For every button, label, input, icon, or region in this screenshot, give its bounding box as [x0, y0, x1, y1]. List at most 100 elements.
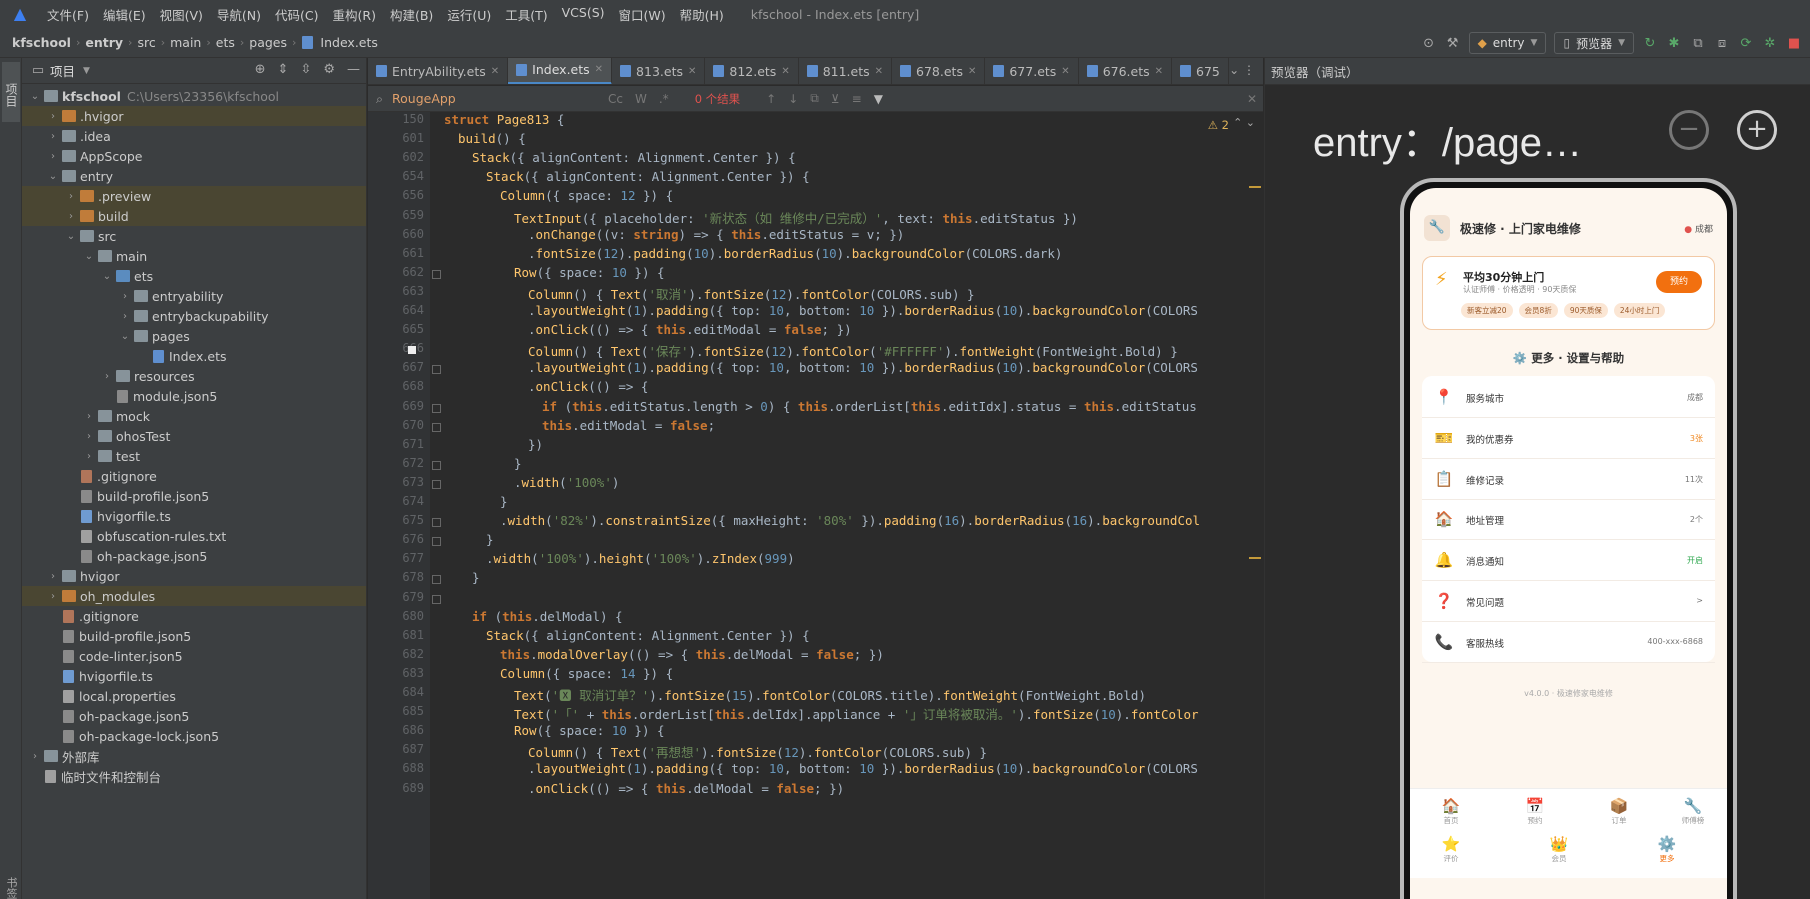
expand-arrow-icon[interactable]: ⌄: [64, 231, 78, 242]
settings-row[interactable]: 🔔 消息通知 开启: [1422, 541, 1715, 582]
expand-arrow-icon[interactable]: ›: [100, 371, 114, 382]
fold-marker-icon[interactable]: [432, 269, 441, 279]
tree-item[interactable]: Index.ets: [22, 346, 366, 366]
tree-item[interactable]: › oh_modules: [22, 586, 366, 606]
expand-arrow-icon[interactable]: ›: [46, 151, 60, 162]
tab-bar-item[interactable]: 🏠 首页: [1426, 797, 1476, 826]
menu-item[interactable]: 构建(B): [383, 5, 440, 24]
expand-arrow-icon[interactable]: ›: [82, 411, 96, 422]
prev-match-icon[interactable]: ↑: [766, 92, 776, 106]
breadcrumb-item[interactable]: ets: [214, 35, 237, 50]
tree-item[interactable]: › ohosTest: [22, 426, 366, 446]
expand-arrow-icon[interactable]: ›: [28, 751, 42, 762]
tab-bar-item[interactable]: 👑 会员: [1534, 835, 1584, 864]
expand-arrow-icon[interactable]: ›: [64, 191, 78, 202]
menu-item[interactable]: VCS(S): [555, 5, 612, 24]
tree-item[interactable]: ⌄ main: [22, 246, 366, 266]
breadcrumb-item[interactable]: Index.ets: [318, 35, 380, 50]
expand-arrow-icon[interactable]: ›: [46, 111, 60, 122]
module-selector[interactable]: ◆ entry ▼: [1468, 32, 1547, 54]
tree-item[interactable]: ⌄ ets: [22, 266, 366, 286]
close-icon[interactable]: ✕: [1247, 92, 1257, 106]
tab-bar-item[interactable]: 🔧 师傅榜: [1668, 797, 1718, 826]
city-indicator[interactable]: ● 成都: [1684, 222, 1713, 235]
chevron-down-icon[interactable]: ▼: [83, 66, 90, 76]
warning-indicator[interactable]: ⚠ 2: [1208, 118, 1229, 132]
close-icon[interactable]: ✕: [781, 66, 789, 77]
editor-tab[interactable]: 676.ets ✕: [1079, 58, 1173, 84]
expand-arrow-icon[interactable]: ›: [118, 291, 132, 302]
breadcrumb-item[interactable]: kfschool: [10, 35, 73, 50]
tree-item[interactable]: module.json5: [22, 386, 366, 406]
zoom-in-icon[interactable]: +: [1737, 110, 1777, 150]
menu-item[interactable]: 重构(R): [326, 5, 383, 24]
locate-icon[interactable]: ⊕: [255, 62, 266, 77]
regex-toggle[interactable]: .*: [659, 92, 669, 106]
editor-tab[interactable]: 813.ets ✕: [612, 58, 706, 84]
editor-tab[interactable]: Index.ets ✕: [508, 58, 613, 84]
settings-row[interactable]: 📞 客服热线 400-xxx-6868: [1422, 623, 1715, 663]
expand-arrow-icon[interactable]: ›: [46, 571, 60, 582]
fold-marker-icon[interactable]: [432, 403, 441, 413]
tree-item[interactable]: .gitignore: [22, 466, 366, 486]
expand-arrow-icon[interactable]: ⌄: [118, 331, 132, 342]
tree-item[interactable]: oh-package.json5: [22, 706, 366, 726]
expand-arrow-icon[interactable]: ›: [46, 131, 60, 142]
attach-icon[interactable]: ⧈: [1714, 36, 1730, 51]
expand-all-icon[interactable]: ⇕: [278, 62, 289, 77]
tree-item[interactable]: build-profile.json5: [22, 626, 366, 646]
close-icon[interactable]: ✕: [875, 66, 883, 77]
tree-item[interactable]: › test: [22, 446, 366, 466]
expand-arrow-icon[interactable]: ›: [46, 591, 60, 602]
settings-row[interactable]: 📋 维修记录 11次: [1422, 460, 1715, 500]
editor-tab[interactable]: 812.ets ✕: [705, 58, 799, 84]
tab-bar-item[interactable]: 📅 预约: [1510, 797, 1560, 826]
tree-item[interactable]: oh-package-lock.json5: [22, 726, 366, 746]
bug-icon[interactable]: ✲: [1762, 36, 1778, 51]
next-match-icon[interactable]: ↓: [788, 92, 798, 106]
expand-arrow-icon[interactable]: ⌄: [46, 171, 60, 182]
fold-marker-icon[interactable]: [432, 537, 441, 547]
close-icon[interactable]: ✕: [1155, 66, 1163, 77]
minimize-icon[interactable]: —: [347, 62, 360, 77]
close-icon[interactable]: ✕: [491, 66, 499, 77]
tree-item[interactable]: ⌄ entry: [22, 166, 366, 186]
tree-item[interactable]: 临时文件和控制台: [22, 766, 366, 786]
close-icon[interactable]: ✕: [688, 66, 696, 77]
refresh-icon[interactable]: ↻: [1642, 36, 1658, 51]
breakpoint-marker-icon[interactable]: [408, 346, 416, 355]
warning-nav[interactable]: ⌃ ⌄: [1233, 116, 1255, 129]
editor-tab[interactable]: 677.ets ✕: [985, 58, 1079, 84]
tabs-more-icon[interactable]: ⌄ ⋮: [1229, 63, 1255, 77]
tab-bar-item[interactable]: ⚙️ 更多: [1642, 835, 1692, 864]
hammer-icon[interactable]: ⚒: [1445, 36, 1461, 51]
target-icon[interactable]: ⊙: [1421, 36, 1437, 51]
settings-row[interactable]: 🏠 地址管理 2个: [1422, 500, 1715, 541]
fold-marker-icon[interactable]: [432, 460, 441, 470]
search-input[interactable]: ⌕ RougeApp: [372, 88, 602, 110]
editor-tab[interactable]: 811.ets ✕: [799, 58, 893, 84]
bookmarks-tool-button[interactable]: 书签: [3, 877, 19, 899]
funnel-icon[interactable]: ▼: [874, 92, 883, 106]
project-panel-title[interactable]: 项目: [50, 61, 75, 80]
breadcrumb-item[interactable]: main: [168, 35, 203, 50]
book-button[interactable]: 预约: [1656, 271, 1702, 293]
fold-marker-icon[interactable]: [432, 422, 441, 432]
editor-tab[interactable]: 675: [1172, 58, 1229, 84]
expand-arrow-icon[interactable]: ⌄: [82, 251, 96, 262]
menu-item[interactable]: 帮助(H): [673, 5, 731, 24]
tree-item[interactable]: › mock: [22, 406, 366, 426]
tree-item[interactable]: local.properties: [22, 686, 366, 706]
tree-item[interactable]: › resources: [22, 366, 366, 386]
rerun-icon[interactable]: ⟳: [1738, 36, 1754, 51]
tree-item[interactable]: oh-package.json5: [22, 546, 366, 566]
select-all-icon[interactable]: ⧉: [810, 91, 819, 106]
menu-item[interactable]: 视图(V): [153, 5, 210, 24]
zoom-out-icon[interactable]: −: [1669, 110, 1709, 150]
fold-marker-icon[interactable]: [432, 575, 441, 585]
expand-arrow-icon[interactable]: ⌄: [100, 271, 114, 282]
menu-item[interactable]: 代码(C): [268, 5, 325, 24]
tab-bar-item[interactable]: 📦 订单: [1594, 797, 1644, 826]
fold-marker-icon[interactable]: [432, 594, 441, 604]
close-icon[interactable]: ✕: [1061, 66, 1069, 77]
